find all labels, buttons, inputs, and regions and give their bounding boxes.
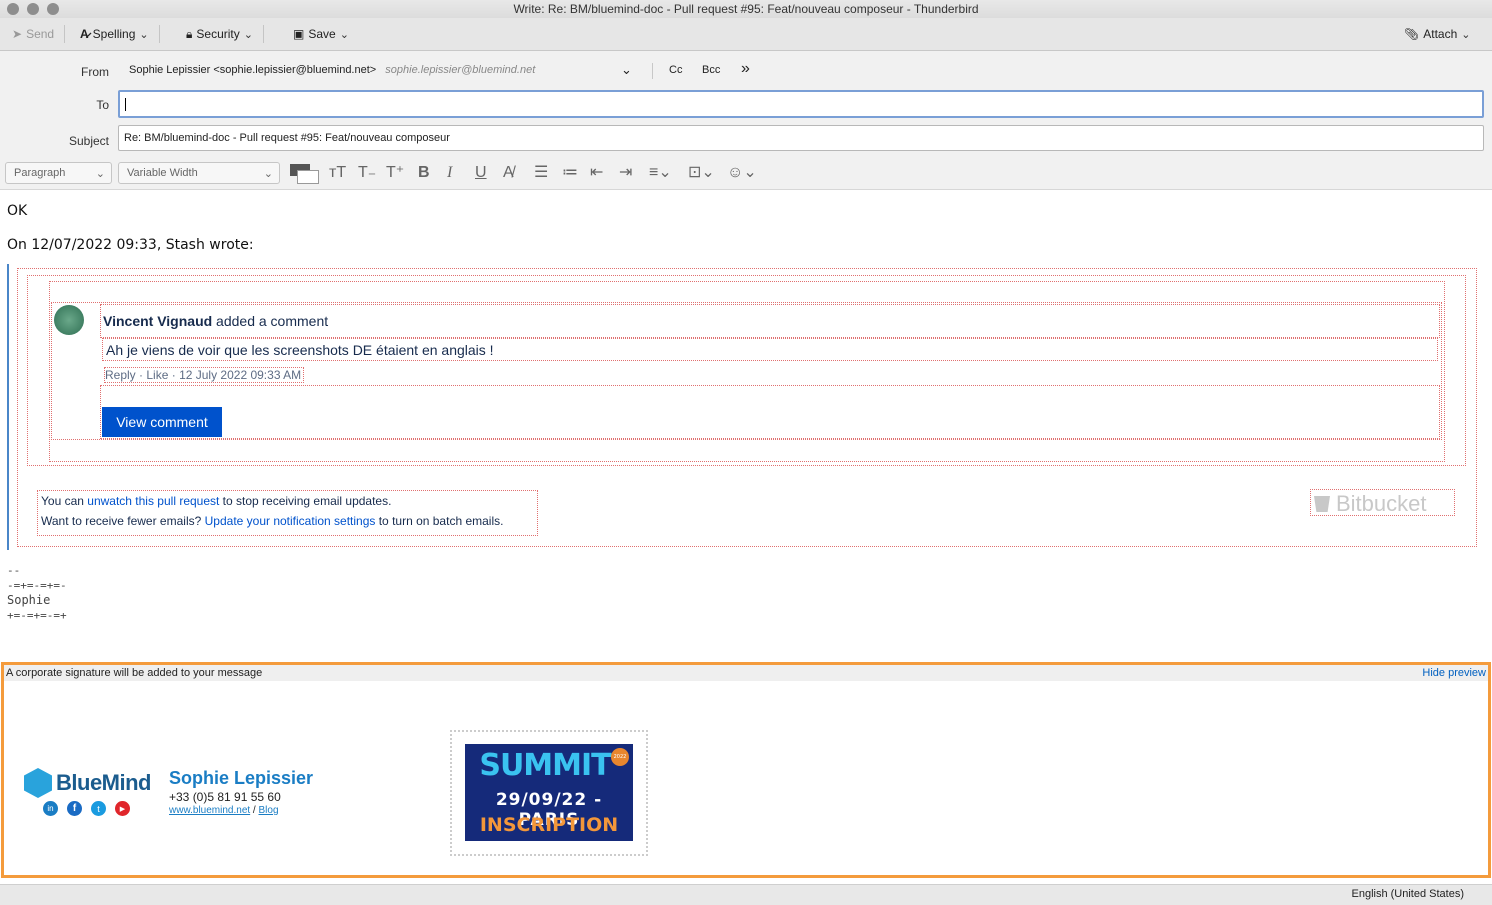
format-toolbar: Paragraph⌄ Variable Width⌄ ᴛT T₋ T⁺ B I …	[0, 157, 1492, 190]
unwatch-link[interactable]: unwatch this pull request	[87, 494, 219, 508]
timestamp: 12 July 2022 09:33 AM	[179, 368, 301, 382]
from-label: From	[40, 65, 109, 79]
avatar	[54, 305, 84, 335]
summit-banner[interactable]: SUMMIT 2022 29/09/22 - PARIS INSCRIPTION	[465, 744, 633, 841]
comment-actions: Reply · Like · 12 July 2022 09:33 AM	[104, 367, 304, 383]
cc-button[interactable]: Cc	[669, 64, 682, 76]
youtube-icon[interactable]: ▶	[115, 801, 130, 816]
blog-link[interactable]: Blog	[259, 805, 279, 816]
linkedin-icon[interactable]: in	[43, 801, 58, 816]
summit-title: SUMMIT	[465, 750, 625, 782]
to-input[interactable]	[118, 90, 1484, 118]
emoji-icon[interactable]: ☺⌄	[727, 164, 757, 182]
chevron-down-icon: ⌄	[96, 167, 105, 180]
twitter-icon[interactable]: t	[91, 801, 106, 816]
bluemind-logo: BlueMind	[24, 768, 151, 798]
reply-link[interactable]: Reply	[105, 368, 136, 382]
divider	[652, 63, 653, 79]
signature-links: www.bluemind.net / Blog	[169, 805, 279, 816]
language-indicator[interactable]: English (United States)	[1352, 888, 1465, 900]
font-size-reset-icon[interactable]: ᴛT	[329, 164, 346, 182]
footer-line-2: Want to receive fewer emails? Update you…	[41, 514, 503, 528]
spelling-button[interactable]: A̷Spelling ⌄	[80, 25, 160, 43]
chevron-down-icon[interactable]: ⌄	[139, 28, 148, 41]
insert-image-icon[interactable]: ⊡⌄	[688, 164, 715, 182]
chevron-down-icon[interactable]: ⌄	[1461, 28, 1470, 41]
footer-line-1: You can unwatch this pull request to sto…	[41, 494, 391, 508]
indent-icon[interactable]: ⇥	[619, 164, 632, 182]
from-select[interactable]: Sophie Lepissier <sophie.lepissier@bluem…	[129, 64, 535, 76]
quote-header: On 12/07/2022 09:33, Stash wrote:	[7, 237, 254, 253]
bitbucket-icon	[1314, 496, 1330, 512]
chevron-down-icon[interactable]: ⌄	[340, 28, 349, 41]
subject-label: Subject	[40, 134, 109, 148]
send-button[interactable]: ➤Send	[12, 25, 65, 43]
chevron-down-icon[interactable]: ⌄	[244, 28, 253, 41]
chevron-down-icon[interactable]: ⌄	[621, 62, 632, 78]
numbered-list-icon[interactable]: ≔	[562, 164, 578, 182]
background-color-icon[interactable]	[297, 170, 319, 184]
message-headers: From Sophie Lepissier <sophie.lepissier@…	[0, 51, 1492, 157]
paperclip-icon: 📎︎	[1404, 27, 1419, 41]
align-icon[interactable]: ≡⌄	[649, 164, 672, 182]
comment-text: Ah je viens de voir que les screenshots …	[106, 342, 494, 358]
lock-icon: 🔒︎	[186, 27, 192, 42]
text-style-icon[interactable]: A̸	[503, 164, 514, 182]
security-button[interactable]: 🔒︎Security ⌄	[186, 25, 264, 43]
website-link[interactable]: www.bluemind.net	[169, 805, 250, 816]
save-icon: ▣	[293, 27, 304, 41]
subject-input[interactable]: Re: BM/bluemind-doc - Pull request #95: …	[118, 125, 1484, 151]
summit-badge: 2022	[611, 748, 629, 766]
facebook-icon[interactable]: f	[67, 801, 82, 816]
notification-settings-link[interactable]: Update your notification settings	[205, 514, 376, 528]
window-title: Write: Re: BM/bluemind-doc - Pull reques…	[0, 2, 1492, 16]
summit-cta: INSCRIPTION	[465, 814, 633, 836]
hide-preview-link[interactable]: Hide preview	[1422, 667, 1486, 679]
more-fields-icon[interactable]: »	[741, 60, 750, 78]
bulleted-list-icon[interactable]: ☰	[534, 164, 548, 182]
reply-text: OK	[7, 203, 27, 219]
signature-name: Sophie Lepissier	[169, 768, 313, 789]
compose-toolbar: ➤Send A̷Spelling ⌄ 🔒︎Security ⌄ ▣Save ⌄ …	[0, 18, 1492, 51]
outdent-icon[interactable]: ⇤	[590, 164, 603, 182]
like-link[interactable]: Like	[146, 368, 168, 382]
title-bar: Write: Re: BM/bluemind-doc - Pull reques…	[0, 0, 1492, 18]
font-larger-icon[interactable]: T⁺	[386, 164, 404, 182]
italic-icon[interactable]: I	[447, 164, 452, 182]
signature-phone: +33 (0)5 81 91 55 60	[169, 790, 281, 804]
button-cell	[100, 385, 1440, 439]
bitbucket-brand: Bitbucket	[1314, 491, 1427, 517]
send-icon: ➤	[12, 27, 22, 41]
font-smaller-icon[interactable]: T₋	[358, 164, 376, 182]
comment-title: Vincent Vignaud added a comment	[103, 313, 328, 329]
signature-notice: A corporate signature will be added to y…	[6, 667, 262, 679]
attach-button[interactable]: 📎︎Attach ⌄	[1404, 25, 1470, 43]
social-icons: in f t ▶	[43, 801, 130, 816]
spelling-icon: A̷	[80, 27, 89, 41]
save-button[interactable]: ▣Save ⌄	[293, 25, 349, 43]
font-select[interactable]: Variable Width⌄	[118, 162, 280, 184]
bold-icon[interactable]: B	[418, 164, 430, 182]
view-comment-button[interactable]: View comment	[102, 407, 222, 437]
signature-notice-bar: A corporate signature will be added to y…	[4, 665, 1488, 681]
bluemind-hexagon-icon	[24, 768, 52, 798]
quote-bar	[7, 264, 9, 550]
underline-icon[interactable]: U	[475, 164, 487, 182]
bcc-button[interactable]: Bcc	[702, 64, 720, 76]
chevron-down-icon: ⌄	[264, 167, 273, 180]
paragraph-select[interactable]: Paragraph⌄	[5, 162, 112, 184]
status-bar: English (United States)	[0, 884, 1492, 905]
to-label: To	[40, 98, 109, 112]
